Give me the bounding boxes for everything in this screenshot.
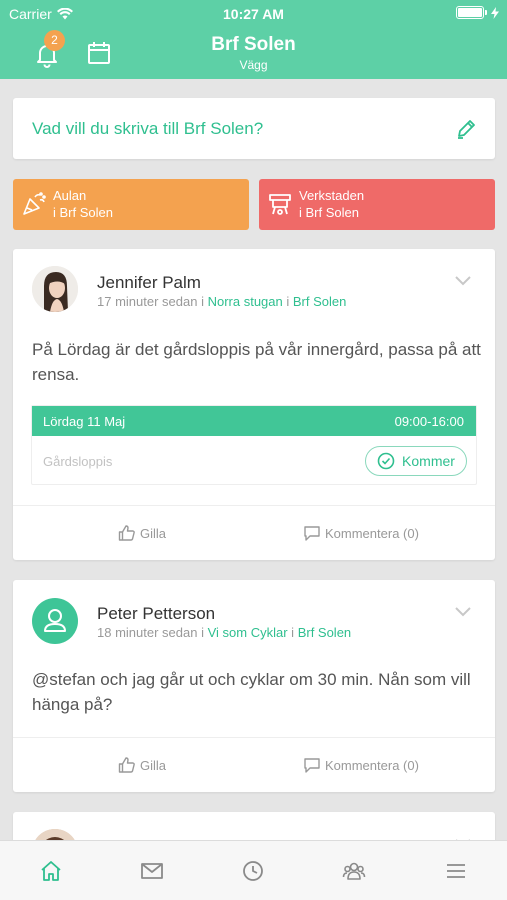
group-button-aulan[interactable]: Aulan i Brf Solen — [13, 179, 249, 230]
avatar[interactable] — [32, 598, 78, 644]
post-association-link[interactable]: Brf Solen — [293, 294, 346, 309]
group-icon[interactable] — [341, 858, 367, 884]
compose-box[interactable]: Vad vill du skriva till Brf Solen? — [13, 98, 495, 159]
page-subtitle: Vägg — [239, 58, 268, 72]
page-title: Brf Solen — [211, 34, 296, 55]
meta-separator: i — [201, 625, 204, 640]
mail-icon[interactable] — [139, 858, 165, 884]
post-group-link[interactable]: Vi som Cyklar — [208, 625, 288, 640]
post-time: 17 minuter sedan — [97, 294, 198, 309]
like-label: Gilla — [140, 757, 167, 773]
post-meta: 18 minuter sedan i Vi som Cyklar i Brf S… — [97, 625, 351, 640]
comment-button[interactable]: Kommentera (0) — [303, 756, 419, 774]
home-icon[interactable] — [38, 858, 64, 884]
clock-icon[interactable] — [240, 858, 266, 884]
chevron-down-icon[interactable] — [455, 607, 471, 617]
group-name: Verkstaden — [299, 188, 365, 203]
post-actions: Gilla Kommentera (0) — [13, 505, 495, 560]
group-label: Aulan i Brf Solen — [53, 187, 113, 221]
tab-bar — [0, 840, 507, 900]
like-button[interactable]: Gilla — [118, 756, 166, 774]
avatar[interactable] — [32, 266, 78, 312]
group-button-verkstaden[interactable]: Verkstaden i Brf Solen — [259, 179, 495, 230]
like-button[interactable]: Gilla — [118, 524, 166, 542]
comment-label: Kommentera (0) — [325, 525, 419, 541]
party-icon — [23, 192, 46, 215]
avatar-photo — [32, 266, 78, 312]
pencil-icon[interactable] — [455, 118, 477, 140]
thumbs-up-icon — [118, 525, 135, 541]
post-time: 18 minuter sedan — [97, 625, 198, 640]
thumbs-up-icon — [118, 757, 135, 773]
post-text: På Lördag är det gårdsloppis på vår inne… — [32, 340, 481, 384]
status-right — [456, 6, 499, 19]
post-card: Peter Petterson 18 minuter sedan i Vi so… — [13, 580, 495, 792]
comment-icon — [304, 526, 320, 541]
group-location: i Brf Solen — [299, 205, 359, 220]
rsvp-label: Kommer — [402, 453, 455, 469]
post-author[interactable]: Jennifer Palm — [97, 273, 201, 293]
post-author[interactable]: Peter Petterson — [97, 604, 215, 624]
charging-icon — [491, 6, 499, 19]
event-date: Lördag 11 Maj — [43, 414, 126, 429]
like-label: Gilla — [140, 525, 167, 541]
app-header: Carrier 10:27 AM 2 Brf Solen Vägg — [0, 0, 507, 79]
event-card: Lördag 11 Maj 09:00-16:00 Gårdsloppis Ko… — [31, 405, 477, 485]
post-group-link[interactable]: Norra stugan — [208, 294, 283, 309]
post-card: Jennifer Palm 17 minuter sedan i Norra s… — [13, 249, 495, 560]
chevron-down-icon[interactable] — [455, 276, 471, 286]
meta-separator: i — [201, 294, 204, 309]
event-name: Gårdsloppis — [43, 454, 113, 469]
battery-icon — [456, 6, 487, 19]
meta-separator: i — [291, 625, 295, 640]
workbench-icon — [269, 194, 291, 215]
group-name: Aulan — [53, 188, 87, 203]
event-time: 09:00-16:00 — [394, 414, 464, 429]
status-time: 10:27 AM — [223, 6, 284, 22]
post-meta: 17 minuter sedan i Norra stugan i Brf So… — [97, 294, 346, 309]
compose-placeholder[interactable]: Vad vill du skriva till Brf Solen? — [32, 119, 263, 139]
post-association-link[interactable]: Brf Solen — [298, 625, 351, 640]
meta-separator: i — [286, 294, 290, 309]
rsvp-button[interactable]: Kommer — [365, 446, 467, 476]
comment-label: Kommentera (0) — [325, 757, 419, 773]
menu-icon[interactable] — [443, 858, 469, 884]
comment-icon — [304, 758, 320, 773]
group-label: Verkstaden i Brf Solen — [299, 187, 364, 221]
event-header: Lördag 11 Maj 09:00-16:00 — [32, 406, 476, 436]
post-actions: Gilla Kommentera (0) — [13, 737, 495, 792]
check-circle-icon — [377, 452, 395, 470]
post-text: @stefan och jag går ut och cyklar om 30 … — [32, 670, 471, 714]
status-bar: Carrier 10:27 AM — [0, 0, 507, 28]
user-icon — [44, 609, 66, 632]
comment-button[interactable]: Kommentera (0) — [303, 524, 419, 542]
group-location: i Brf Solen — [53, 205, 113, 220]
